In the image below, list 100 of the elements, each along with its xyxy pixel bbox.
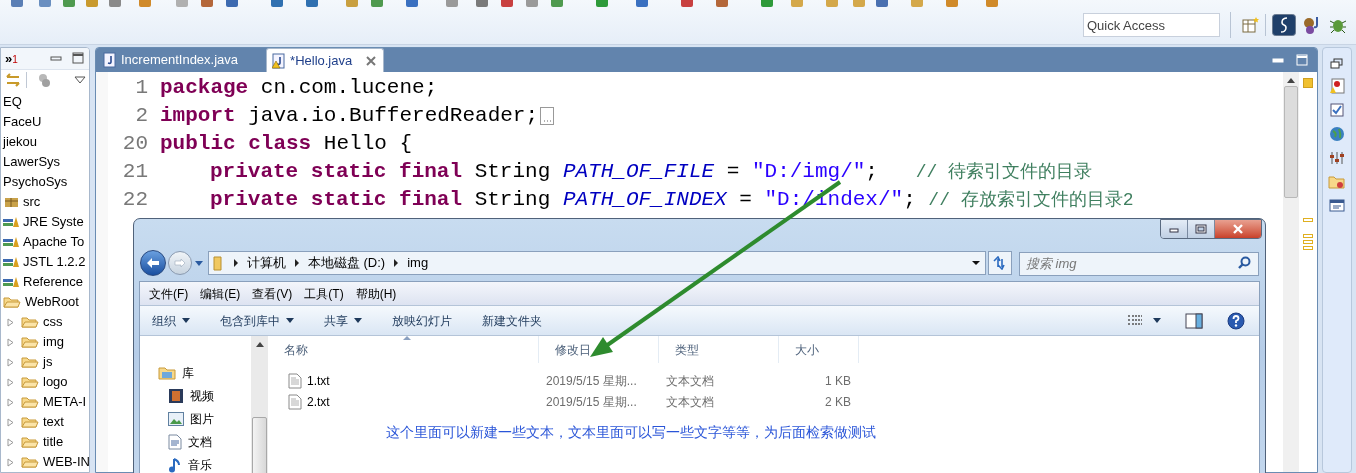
editor-tab[interactable]: *Hello.java xyxy=(266,48,385,72)
search-field[interactable]: 搜索 img xyxy=(1019,251,1259,276)
close-button[interactable] xyxy=(1215,220,1261,238)
open-perspective-icon[interactable] xyxy=(1241,16,1259,34)
open-folder-icon xyxy=(21,435,39,449)
warning-marker[interactable] xyxy=(1303,246,1313,250)
link-editor-icon[interactable] xyxy=(4,72,22,89)
code-token: Hello { xyxy=(322,131,413,157)
folded-code-icon[interactable] xyxy=(540,107,555,125)
view-options-button[interactable] xyxy=(1127,313,1161,328)
nav-item[interactable]: 音乐 xyxy=(188,455,212,473)
chevron-right-icon[interactable] xyxy=(232,259,239,267)
menu-item[interactable]: 编辑(E) xyxy=(195,284,246,303)
back-button[interactable] xyxy=(140,250,166,276)
nav-item[interactable]: 文档 xyxy=(188,432,212,451)
code-token: package xyxy=(160,75,249,101)
markers-icon[interactable] xyxy=(1329,78,1345,94)
minimize-button[interactable] xyxy=(1161,220,1188,238)
maximize-icon[interactable] xyxy=(71,51,85,66)
address-bar[interactable]: 计算机 本地磁盘 (D:) img xyxy=(207,251,987,275)
tree-item[interactable]: WEB-IN xyxy=(43,452,89,472)
menu-item[interactable]: 查看(V) xyxy=(247,284,298,303)
command-button[interactable]: 包含到库中 xyxy=(220,311,294,330)
tree-item[interactable]: css xyxy=(43,312,63,332)
refresh-button[interactable] xyxy=(988,251,1012,275)
tasks-icon[interactable] xyxy=(1329,102,1345,118)
column-header[interactable]: 名称 xyxy=(268,336,539,363)
quick-access-field[interactable]: Quick Access xyxy=(1083,13,1220,37)
nav-item[interactable]: 库 xyxy=(182,363,194,382)
code-token: = xyxy=(738,187,753,213)
warning-marker[interactable] xyxy=(1303,240,1313,244)
tree-item[interactable]: img xyxy=(43,332,64,352)
breadcrumb[interactable]: 本地磁盘 (D:) xyxy=(307,253,386,273)
close-icon[interactable] xyxy=(364,53,379,68)
tree-item[interactable]: PsychoSys xyxy=(3,172,68,192)
chevron-right-icon[interactable] xyxy=(293,259,300,267)
help-icon[interactable] xyxy=(1227,311,1245,330)
scrollbar-thumb[interactable] xyxy=(1284,86,1298,198)
tree-item[interactable]: FaceU xyxy=(3,112,42,132)
vertical-scrollbar[interactable] xyxy=(1283,72,1299,472)
tree-item[interactable]: WebRoot xyxy=(25,292,79,312)
nav-item[interactable]: 图片 xyxy=(190,409,214,428)
java-ee-perspective-icon[interactable] xyxy=(1272,14,1296,36)
scroll-up-arrow-icon[interactable] xyxy=(1286,76,1296,84)
file-name: 1.txt xyxy=(307,372,330,390)
menu-item[interactable]: 文件(F) xyxy=(144,284,194,303)
history-dropdown-icon[interactable] xyxy=(193,259,204,267)
warning-marker[interactable] xyxy=(1303,234,1313,238)
command-button[interactable]: 组织 xyxy=(152,311,190,330)
column-header[interactable]: 类型 xyxy=(659,336,779,363)
warning-marker[interactable] xyxy=(1303,218,1313,222)
forward-arrow-icon xyxy=(173,258,186,268)
tree-item[interactable]: EQ xyxy=(3,92,22,112)
tree-item[interactable]: logo xyxy=(43,372,68,392)
tree-item[interactable]: JRE Syste xyxy=(23,212,84,232)
preview-pane-icon[interactable] xyxy=(1185,312,1203,329)
code-token: cn.com.lucene; xyxy=(259,75,438,101)
console-icon[interactable] xyxy=(1329,198,1345,214)
command-button[interactable]: 新建文件夹 xyxy=(482,311,542,330)
breadcrumb[interactable]: 计算机 xyxy=(246,253,286,273)
file-row[interactable]: 1.txt 2019/5/15 星期... 文本文档 1 KB xyxy=(268,370,1259,391)
menu-item[interactable]: 帮助(H) xyxy=(350,284,402,303)
view-overflow-button[interactable]: »1 xyxy=(5,51,18,65)
code-token: String xyxy=(473,187,552,213)
servers-icon[interactable] xyxy=(1329,150,1345,166)
tree-item[interactable]: jiekou xyxy=(3,132,37,152)
maximize-icon[interactable] xyxy=(1295,53,1309,67)
tree-item[interactable]: text xyxy=(43,412,64,432)
folder-icon xyxy=(212,255,225,271)
tree-item[interactable]: src xyxy=(23,192,41,212)
folder-icon[interactable] xyxy=(1328,174,1346,190)
globe-icon[interactable] xyxy=(1329,126,1345,142)
restore-icon[interactable] xyxy=(1330,58,1344,70)
code-token: ; xyxy=(903,187,917,213)
dropdown-arrow-icon[interactable] xyxy=(971,260,982,266)
breadcrumb[interactable]: img xyxy=(407,253,429,273)
column-header[interactable]: 大小 xyxy=(779,336,859,363)
tree-item[interactable]: Reference xyxy=(23,272,83,292)
command-button[interactable]: 放映幻灯片 xyxy=(392,311,452,330)
open-folder-icon xyxy=(21,375,39,389)
nav-item[interactable]: 视频 xyxy=(190,386,214,405)
collapse-all-icon[interactable] xyxy=(37,72,53,89)
warning-summary-marker[interactable] xyxy=(1303,78,1313,88)
tree-item[interactable]: JSTL 1.2.2 xyxy=(23,252,86,272)
tree-item[interactable]: title xyxy=(43,432,64,452)
maximize-button[interactable] xyxy=(1188,220,1215,238)
tree-item[interactable]: js xyxy=(43,352,53,372)
tree-item[interactable]: LawerSys xyxy=(3,152,61,172)
chevron-right-icon[interactable] xyxy=(393,259,400,267)
tree-item[interactable]: Apache To xyxy=(23,232,85,252)
menu-item[interactable]: 工具(T) xyxy=(299,284,349,303)
editor-tab[interactable]: IncrementIndex.java xyxy=(98,48,267,72)
vertical-scrollbar[interactable] xyxy=(251,336,268,473)
command-button[interactable]: 共享 xyxy=(324,311,362,330)
file-name: 2.txt xyxy=(307,393,330,411)
line-number: 2 xyxy=(134,103,148,129)
file-row[interactable]: 2.txt 2019/5/15 星期... 文本文档 2 KB xyxy=(268,391,1259,412)
open-folder-icon xyxy=(21,315,39,329)
tree-item[interactable]: META-I xyxy=(43,392,87,412)
view-menu-icon[interactable] xyxy=(74,75,86,86)
